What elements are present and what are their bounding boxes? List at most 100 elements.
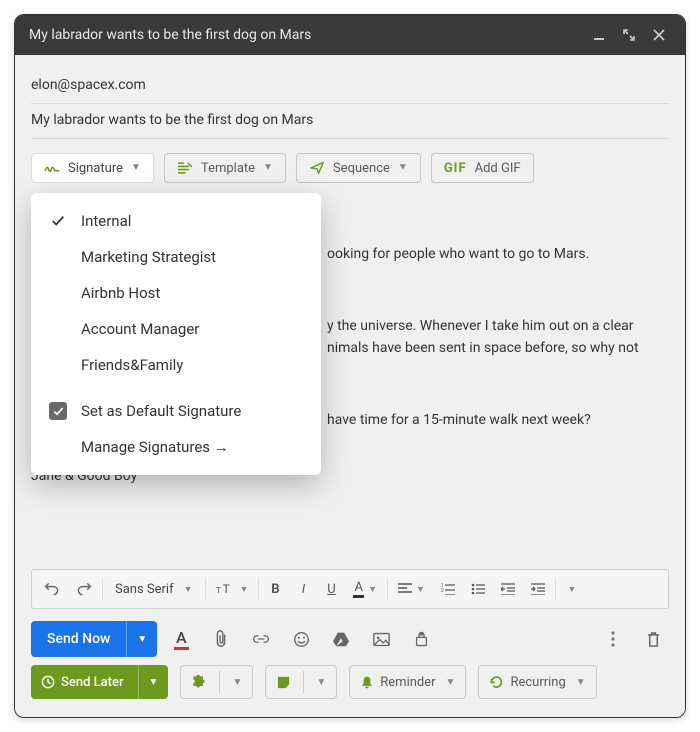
clock-icon xyxy=(41,675,55,689)
italic-button[interactable]: I xyxy=(289,576,317,603)
recurring-label: Recurring xyxy=(510,675,565,690)
svg-text:2: 2 xyxy=(441,588,444,594)
option-label: Marketing Strategist xyxy=(81,248,216,266)
window-title: My labrador wants to be the first dog on… xyxy=(29,27,581,43)
send-now-button[interactable]: Send Now ▼ xyxy=(31,621,157,657)
option-label: Internal xyxy=(81,212,131,230)
sequence-icon xyxy=(309,161,325,175)
text-color-button[interactable]: A ▼ xyxy=(345,574,384,604)
subject-field[interactable]: My labrador wants to be the first dog on… xyxy=(31,104,669,139)
undo-button[interactable] xyxy=(36,576,68,602)
format-toolbar: Sans Serif ▼ T T ▼ B I U A ▼ ▼ xyxy=(31,569,669,609)
compose-body: elon@spacex.com My labrador wants to be … xyxy=(15,55,685,717)
reminder-button[interactable]: Reminder ▼ xyxy=(349,665,466,699)
signature-button[interactable]: Signature ▼ xyxy=(31,153,154,183)
close-button[interactable] xyxy=(647,23,671,47)
puzzle-icon xyxy=(191,674,207,690)
more-format-button[interactable]: ▼ xyxy=(558,578,586,601)
send-later-label: Send Later xyxy=(61,675,124,690)
chevron-down-icon: ▼ xyxy=(316,677,326,688)
font-size-button[interactable]: T T ▼ xyxy=(208,576,257,602)
chevron-down-icon: ▼ xyxy=(576,677,586,688)
send-now-dropdown[interactable]: ▼ xyxy=(126,621,157,657)
signature-label: Signature xyxy=(68,162,123,175)
numbered-list-button[interactable]: 1 2 xyxy=(433,577,463,601)
chevron-down-icon: ▼ xyxy=(446,677,456,688)
body-line-2b: nimals have been sent in space before, s… xyxy=(327,337,639,360)
bold-button[interactable]: B xyxy=(261,576,289,603)
attach-file-button[interactable] xyxy=(205,623,237,655)
underline-button[interactable]: U xyxy=(317,576,345,603)
to-field[interactable]: elon@spacex.com xyxy=(31,69,669,104)
compose-window: My labrador wants to be the first dog on… xyxy=(14,14,686,718)
confidential-mode-button[interactable] xyxy=(405,623,437,655)
chevron-down-icon: ▼ xyxy=(232,677,242,688)
template-button[interactable]: Template ▼ xyxy=(164,153,286,183)
redo-button[interactable] xyxy=(68,576,100,602)
sequence-label: Sequence xyxy=(333,162,390,175)
signature-option-internal[interactable]: Internal xyxy=(31,203,321,239)
add-gif-label: Add GIF xyxy=(475,162,521,175)
signature-dropdown: Internal Marketing Strategist Airbnb Hos… xyxy=(31,193,321,475)
more-options-button[interactable] xyxy=(597,623,629,655)
align-button[interactable]: ▼ xyxy=(390,577,433,601)
svg-text:T: T xyxy=(222,583,229,596)
signature-option-airbnb[interactable]: Airbnb Host xyxy=(31,275,321,311)
body-line-2a: y the universe. Whenever I take him out … xyxy=(327,315,634,338)
insert-drive-button[interactable] xyxy=(325,623,357,655)
signature-option-marketing[interactable]: Marketing Strategist xyxy=(31,239,321,275)
template-icon xyxy=(177,161,193,175)
insert-image-button[interactable] xyxy=(365,623,397,655)
gif-icon: GIF xyxy=(444,162,467,175)
bullet-list-button[interactable] xyxy=(463,577,493,601)
bell-icon xyxy=(360,675,374,690)
chevron-down-icon: ▼ xyxy=(184,584,193,595)
text-style-button[interactable]: A xyxy=(165,623,197,655)
signature-option-friends[interactable]: Friends&Family xyxy=(31,347,321,383)
send-row: Send Now ▼ A xyxy=(31,609,669,665)
set-default-label: Set as Default Signature xyxy=(81,402,241,420)
template-label: Template xyxy=(201,162,255,175)
expand-button[interactable] xyxy=(617,23,641,47)
chevron-down-icon: ▼ xyxy=(398,163,408,173)
check-icon xyxy=(49,212,67,230)
send-later-dropdown[interactable]: ▼ xyxy=(138,665,169,699)
sequence-button[interactable]: Sequence ▼ xyxy=(296,153,421,183)
svg-text:T: T xyxy=(216,585,221,595)
option-label: Airbnb Host xyxy=(81,284,160,302)
insert-emoji-button[interactable] xyxy=(285,623,317,655)
extensions-button[interactable]: ▼ xyxy=(180,665,253,699)
chevron-down-icon: ▼ xyxy=(263,163,273,173)
signature-icon xyxy=(44,161,60,175)
set-default-signature[interactable]: Set as Default Signature xyxy=(31,393,321,429)
titlebar: My labrador wants to be the first dog on… xyxy=(15,15,685,55)
send-now-label: Send Now xyxy=(31,621,126,657)
add-gif-button[interactable]: GIF Add GIF xyxy=(431,153,534,183)
minimize-button[interactable] xyxy=(587,23,611,47)
chevron-down-icon: ▼ xyxy=(131,163,141,173)
discard-button[interactable] xyxy=(637,623,669,655)
manage-signatures[interactable]: Manage Signatures → xyxy=(31,429,321,465)
checkbox-checked-icon xyxy=(49,402,67,420)
recipient-value: elon@spacex.com xyxy=(31,77,146,93)
send-later-button[interactable]: Send Later ▼ xyxy=(31,665,168,699)
font-family-select[interactable]: Sans Serif ▼ xyxy=(105,576,203,603)
manage-signatures-label: Manage Signatures → xyxy=(81,438,229,456)
body-line-1: ooking for people who want to go to Mars… xyxy=(327,243,589,266)
reminder-label: Reminder xyxy=(380,675,435,690)
subject-value: My labrador wants to be the first dog on… xyxy=(31,112,313,128)
font-family-label: Sans Serif xyxy=(115,582,174,597)
indent-increase-button[interactable] xyxy=(523,577,553,601)
indent-decrease-button[interactable] xyxy=(493,577,523,601)
note-icon xyxy=(276,675,291,690)
signature-option-account[interactable]: Account Manager xyxy=(31,311,321,347)
notes-button[interactable]: ▼ xyxy=(265,665,337,699)
extension-row: Send Later ▼ ▼ xyxy=(31,665,669,707)
option-label: Account Manager xyxy=(81,320,199,338)
recurring-button[interactable]: Recurring ▼ xyxy=(478,665,596,699)
option-label: Friends&Family xyxy=(81,356,183,374)
insert-link-button[interactable] xyxy=(245,623,277,655)
insert-toolbar: Signature ▼ Template ▼ xyxy=(31,139,669,189)
recurring-icon xyxy=(489,675,504,690)
body-line-3: have time for a 15-minute walk next week… xyxy=(327,409,591,432)
